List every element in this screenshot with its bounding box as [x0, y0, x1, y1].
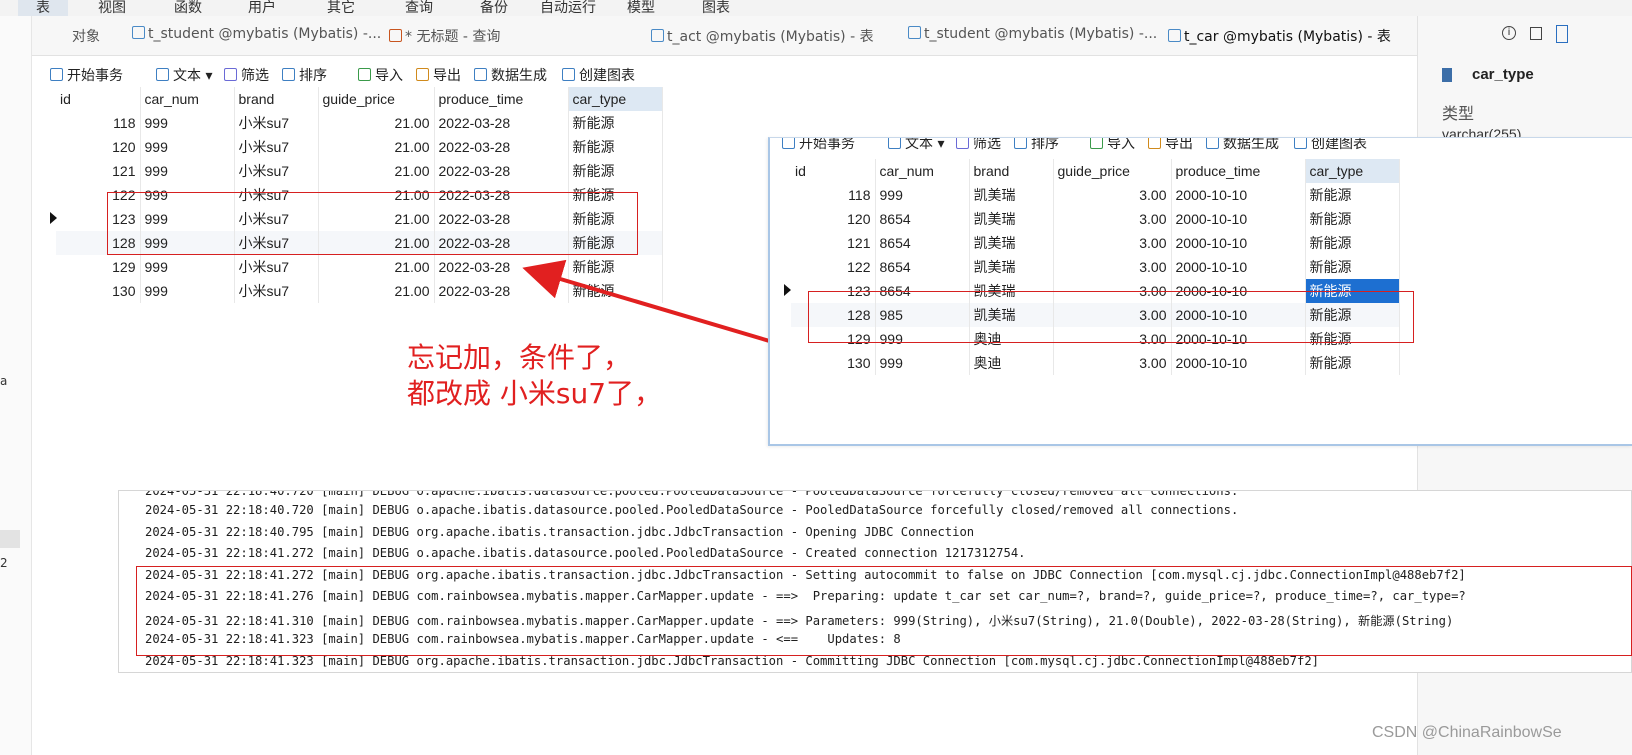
column-header-id[interactable]: id: [791, 159, 876, 183]
console-line: 2024-05-31 22:18:41.272 [main] DEBUG o.a…: [145, 546, 1026, 560]
import-icon: [1090, 138, 1103, 149]
overlay-toolbar: 开始事务 文本 ▾ 筛选 排序 导入 导出 数据生成 创建图表: [770, 138, 1632, 154]
cell-id[interactable]: 121: [791, 231, 876, 255]
cell-car-num[interactable]: 8654: [875, 255, 970, 279]
overlay-filter-button[interactable]: 筛选: [956, 138, 1001, 153]
sort-icon: [1014, 138, 1027, 149]
cell-car-type[interactable]: 新能源: [1305, 255, 1400, 279]
cell-produce-time[interactable]: 2000-10-10: [1171, 231, 1306, 255]
cell-brand[interactable]: 奥迪: [969, 351, 1054, 375]
reference-data-window: 开始事务 文本 ▾ 筛选 排序 导入 导出 数据生成 创建图表 id car_nu…: [768, 137, 1632, 446]
console-line: 2024-05-31 22:18:40.795 [main] DEBUG org…: [145, 524, 975, 539]
cell-produce-time[interactable]: 2000-10-10: [1171, 255, 1306, 279]
cell-guide-price[interactable]: 3.00: [1053, 183, 1172, 207]
overlay-import-button[interactable]: 导入: [1090, 138, 1135, 153]
button-label: 创建图表: [1311, 138, 1367, 152]
cell-brand[interactable]: 凯美瑞: [969, 255, 1054, 279]
text-icon: [888, 138, 901, 149]
cell-brand[interactable]: 凯美瑞: [969, 207, 1054, 231]
table-row[interactable]: 120 8654 凯美瑞 3.00 2000-10-10 新能源: [791, 207, 1400, 231]
console-line: 2024-05-31 22:18:40.720 [main] DEBUG o.a…: [145, 490, 1239, 498]
current-row-indicator: [784, 284, 791, 296]
cell-car-type[interactable]: 新能源: [1305, 207, 1400, 231]
column-header-produce-time[interactable]: produce_time: [1171, 159, 1306, 183]
table-row[interactable]: 121 8654 凯美瑞 3.00 2000-10-10 新能源: [791, 231, 1400, 255]
cell-id[interactable]: 120: [791, 207, 876, 231]
cell-id[interactable]: 122: [791, 255, 876, 279]
button-label: 导出: [1165, 138, 1193, 152]
chart-icon: [1294, 138, 1307, 149]
cell-brand[interactable]: 凯美瑞: [969, 231, 1054, 255]
cell-car-type[interactable]: 新能源: [1305, 351, 1400, 375]
button-label: 筛选: [973, 138, 1001, 152]
overlay-create-chart-button[interactable]: 创建图表: [1294, 138, 1367, 153]
highlight-box: [136, 566, 1632, 656]
cell-car-type[interactable]: 新能源: [1305, 231, 1400, 255]
table-row[interactable]: 130 999 奥迪 3.00 2000-10-10 新能源: [791, 351, 1400, 375]
overlay-data-generation-button[interactable]: 数据生成: [1206, 138, 1279, 153]
column-header-guide-price[interactable]: guide_price: [1053, 159, 1172, 183]
cell-car-num[interactable]: 999: [875, 183, 970, 207]
column-header-car-type[interactable]: car_type: [1305, 159, 1400, 183]
overlay-text-button[interactable]: 文本 ▾: [888, 138, 944, 153]
watermark-text: CSDN @ChinaRainbowSe: [1372, 724, 1562, 741]
column-header-brand[interactable]: brand: [969, 159, 1054, 183]
table-row[interactable]: 122 8654 凯美瑞 3.00 2000-10-10 新能源: [791, 255, 1400, 279]
button-label: 数据生成: [1223, 138, 1279, 152]
cell-guide-price[interactable]: 3.00: [1053, 207, 1172, 231]
cell-guide-price[interactable]: 3.00: [1053, 231, 1172, 255]
console-line: 2024-05-31 22:18:40.720 [main] DEBUG o.a…: [145, 503, 1239, 517]
cell-produce-time[interactable]: 2000-10-10: [1171, 351, 1306, 375]
cell-id[interactable]: 130: [791, 351, 876, 375]
cell-produce-time[interactable]: 2000-10-10: [1171, 207, 1306, 231]
button-label: 排序: [1031, 138, 1059, 152]
data-generation-icon: [1206, 138, 1219, 149]
overlay-export-button[interactable]: 导出: [1148, 138, 1193, 153]
grid-header-row: id car_num brand guide_price produce_time car…: [791, 159, 1400, 183]
export-icon: [1148, 138, 1161, 149]
button-label: 导入: [1107, 138, 1135, 152]
button-label: 文本: [905, 138, 933, 152]
table-row[interactable]: 118 999 凯美瑞 3.00 2000-10-10 新能源: [791, 183, 1400, 207]
overlay-begin-transaction-button[interactable]: 开始事务: [782, 138, 855, 153]
highlight-box: [808, 291, 1414, 343]
transaction-icon: [782, 138, 795, 149]
cell-brand[interactable]: 凯美瑞: [969, 183, 1054, 207]
cell-car-num[interactable]: 8654: [875, 231, 970, 255]
overlay-sort-button[interactable]: 排序: [1014, 138, 1059, 153]
button-label: 开始事务: [799, 138, 855, 152]
cell-guide-price[interactable]: 3.00: [1053, 255, 1172, 279]
column-header-car-num[interactable]: car_num: [875, 159, 970, 183]
cell-produce-time[interactable]: 2000-10-10: [1171, 183, 1306, 207]
cell-guide-price[interactable]: 3.00: [1053, 351, 1172, 375]
cell-car-type[interactable]: 新能源: [1305, 183, 1400, 207]
cell-car-num[interactable]: 999: [875, 351, 970, 375]
filter-icon: [956, 138, 969, 149]
cell-id[interactable]: 118: [791, 183, 876, 207]
cell-car-num[interactable]: 8654: [875, 207, 970, 231]
